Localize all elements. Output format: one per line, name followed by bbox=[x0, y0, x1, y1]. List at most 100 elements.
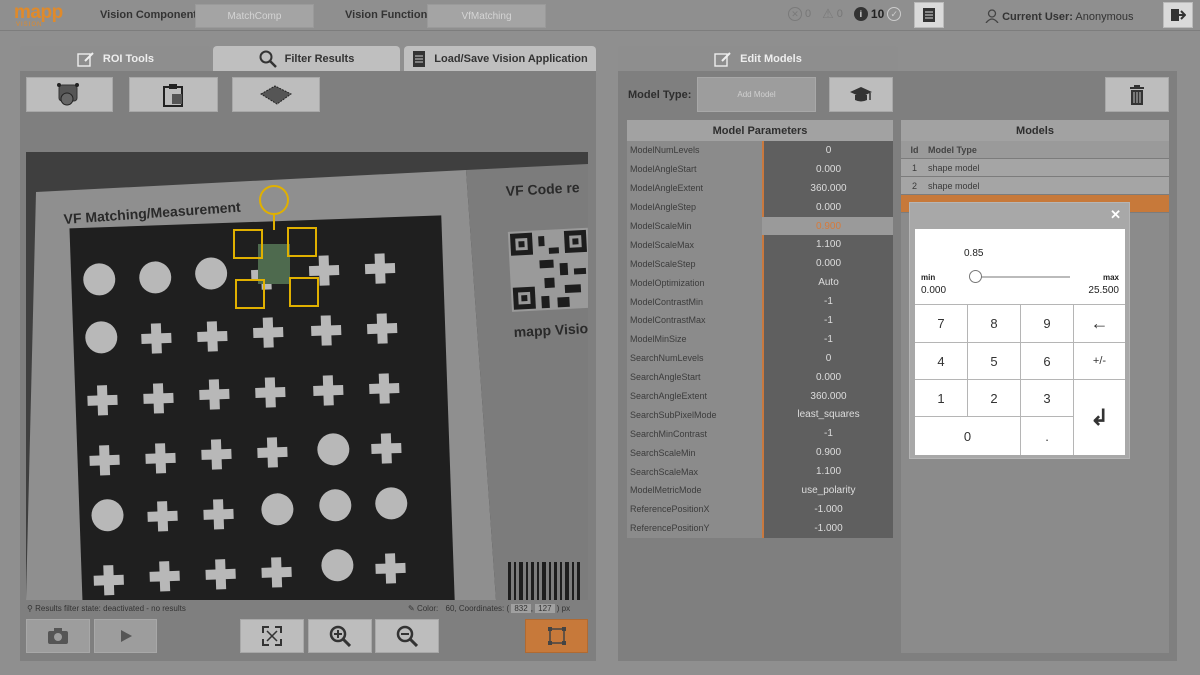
roi-region-icon bbox=[260, 84, 292, 105]
value-slider-track[interactable] bbox=[972, 276, 1070, 278]
tab-load-save[interactable]: Load/Save Vision Application bbox=[404, 46, 596, 71]
zoom-out-button[interactable] bbox=[375, 619, 439, 653]
param-row[interactable]: SearchAngleExtent 360.000 bbox=[627, 386, 893, 406]
tab-edit-models[interactable]: Edit Models bbox=[618, 46, 898, 71]
param-value[interactable]: -1 bbox=[762, 292, 893, 312]
param-row[interactable]: ModelMetricMode use_polarity bbox=[627, 481, 893, 500]
param-row[interactable]: SearchScaleMin 0.900 bbox=[627, 443, 893, 463]
max-value: 25.500 bbox=[1088, 285, 1119, 296]
param-row[interactable]: ReferencePositionY -1.000 bbox=[627, 518, 893, 538]
model-type-label: Model Type: bbox=[628, 89, 692, 101]
tab-label: Load/Save Vision Application bbox=[434, 52, 588, 65]
param-value[interactable]: 0.000 bbox=[762, 159, 893, 179]
param-value[interactable]: 0.900 bbox=[762, 443, 893, 463]
param-row[interactable]: ModelScaleMax 1.100 bbox=[627, 235, 893, 255]
param-value[interactable]: Auto bbox=[762, 273, 893, 293]
param-value[interactable]: 0.000 bbox=[762, 254, 893, 274]
sign-toggle-key[interactable]: +/- bbox=[1074, 343, 1125, 380]
value-slider-thumb[interactable] bbox=[969, 270, 983, 283]
param-row[interactable]: SearchScaleMax 1.100 bbox=[627, 462, 893, 482]
param-value[interactable]: 0 bbox=[762, 141, 893, 160]
param-row[interactable]: ModelOptimization Auto bbox=[627, 273, 893, 293]
param-name: ReferencePositionY bbox=[627, 518, 762, 538]
enter-key[interactable]: ↲ bbox=[1074, 380, 1125, 455]
param-row[interactable]: SearchMinContrast -1 bbox=[627, 424, 893, 444]
param-name: ModelMetricMode bbox=[627, 481, 762, 500]
param-row[interactable]: ModelAngleStart 0.000 bbox=[627, 159, 893, 179]
logout-button[interactable] bbox=[1163, 2, 1193, 28]
fit-to-screen-button[interactable] bbox=[240, 619, 304, 653]
param-value[interactable]: -1 bbox=[762, 424, 893, 444]
close-icon[interactable]: ✕ bbox=[1110, 207, 1121, 223]
camera-image-view[interactable]: VF Matching/Measurement VF Code re mapp … bbox=[26, 152, 588, 600]
param-row[interactable]: ModelMinSize -1 bbox=[627, 329, 893, 349]
param-value[interactable]: 0.900 bbox=[762, 216, 893, 236]
param-row[interactable]: ModelScaleMin 0.900 bbox=[627, 216, 893, 236]
key-2[interactable]: 2 bbox=[968, 380, 1021, 417]
roi-mode-button[interactable] bbox=[525, 619, 588, 653]
roi-region-button[interactable] bbox=[232, 77, 320, 112]
table-row[interactable]: 2 shape model bbox=[901, 177, 1169, 195]
key-9[interactable]: 9 bbox=[1021, 305, 1074, 343]
delete-model-button[interactable] bbox=[1105, 77, 1169, 112]
backspace-key[interactable]: ← bbox=[1074, 305, 1125, 343]
param-value[interactable]: 0.000 bbox=[762, 367, 893, 387]
roi-paste-button[interactable] bbox=[129, 77, 218, 112]
param-row[interactable]: SearchSubPixelMode least_squares bbox=[627, 405, 893, 425]
key-3[interactable]: 3 bbox=[1021, 380, 1074, 417]
param-value[interactable]: 1.100 bbox=[762, 462, 893, 482]
param-value[interactable]: 0 bbox=[762, 348, 893, 368]
table-row[interactable]: 1 shape model bbox=[901, 159, 1169, 177]
selection-frame-icon bbox=[547, 627, 566, 645]
user-label: Current User: bbox=[1002, 11, 1073, 23]
add-model-button[interactable]: Add Model bbox=[697, 77, 816, 112]
param-value[interactable]: use_polarity bbox=[762, 481, 893, 500]
param-row[interactable]: ReferencePositionX -1.000 bbox=[627, 499, 893, 519]
param-value[interactable]: 360.000 bbox=[762, 386, 893, 406]
play-button[interactable] bbox=[94, 619, 157, 653]
max-label: max bbox=[1102, 273, 1119, 282]
key-1[interactable]: 1 bbox=[915, 380, 968, 417]
train-model-button[interactable] bbox=[829, 77, 893, 112]
zoom-in-button[interactable] bbox=[308, 619, 372, 653]
param-value[interactable]: 1.100 bbox=[762, 235, 893, 255]
capture-image-button[interactable] bbox=[26, 619, 90, 653]
tab-filter-results[interactable]: Filter Results bbox=[213, 46, 400, 71]
param-row[interactable]: SearchNumLevels 0 bbox=[627, 348, 893, 368]
param-value[interactable]: -1 bbox=[762, 311, 893, 330]
param-value[interactable]: -1.000 bbox=[762, 518, 893, 538]
warning-icon: ⚠ bbox=[822, 6, 834, 21]
key-8[interactable]: 8 bbox=[968, 305, 1021, 343]
param-name: ModelMinSize bbox=[627, 329, 762, 349]
model-parameters-table: Model Parameters ModelNumLevels 0 ModelAng… bbox=[627, 120, 893, 538]
key-4[interactable]: 4 bbox=[915, 343, 968, 380]
param-row[interactable]: ModelContrastMax -1 bbox=[627, 311, 893, 330]
coordinates-label: Coordinates: ( bbox=[458, 604, 510, 613]
key-0[interactable]: 0 bbox=[915, 417, 1021, 455]
param-value[interactable]: -1 bbox=[762, 329, 893, 349]
tab-roi-tools[interactable]: ROI Tools bbox=[20, 46, 211, 71]
fit-screen-icon bbox=[262, 626, 282, 646]
param-row[interactable]: ModelContrastMin -1 bbox=[627, 292, 893, 312]
param-row[interactable]: ModelNumLevels 0 bbox=[627, 141, 893, 160]
param-row[interactable]: SearchAngleStart 0.000 bbox=[627, 367, 893, 387]
param-row[interactable]: ModelAngleStep 0.000 bbox=[627, 197, 893, 217]
log-button[interactable] bbox=[914, 2, 944, 28]
status-indicators: ✕ 0 ⚠ 0 i 10 ✓ bbox=[788, 6, 902, 22]
key-7[interactable]: 7 bbox=[915, 305, 968, 343]
decimal-key[interactable]: . bbox=[1021, 417, 1074, 455]
vision-component-field[interactable]: MatchComp bbox=[195, 4, 314, 28]
param-value[interactable]: 0.000 bbox=[762, 197, 893, 217]
roi-shape-tool-button[interactable] bbox=[26, 77, 113, 112]
param-value[interactable]: 360.000 bbox=[762, 178, 893, 198]
param-value[interactable]: least_squares bbox=[762, 405, 893, 425]
param-value[interactable]: -1.000 bbox=[762, 499, 893, 519]
vision-function-field[interactable]: VfMatching bbox=[427, 4, 546, 28]
param-row[interactable]: ModelAngleExtent 360.000 bbox=[627, 178, 893, 198]
keypad-grid: 7 8 9 ← 4 5 6 +/- 1 2 3 ↲ 0 . bbox=[915, 305, 1125, 455]
key-5[interactable]: 5 bbox=[968, 343, 1021, 380]
key-6[interactable]: 6 bbox=[1021, 343, 1074, 380]
user-name: Anonymous bbox=[1075, 11, 1134, 23]
param-row[interactable]: ModelScaleStep 0.000 bbox=[627, 254, 893, 274]
param-name: ModelAngleStart bbox=[627, 159, 762, 179]
